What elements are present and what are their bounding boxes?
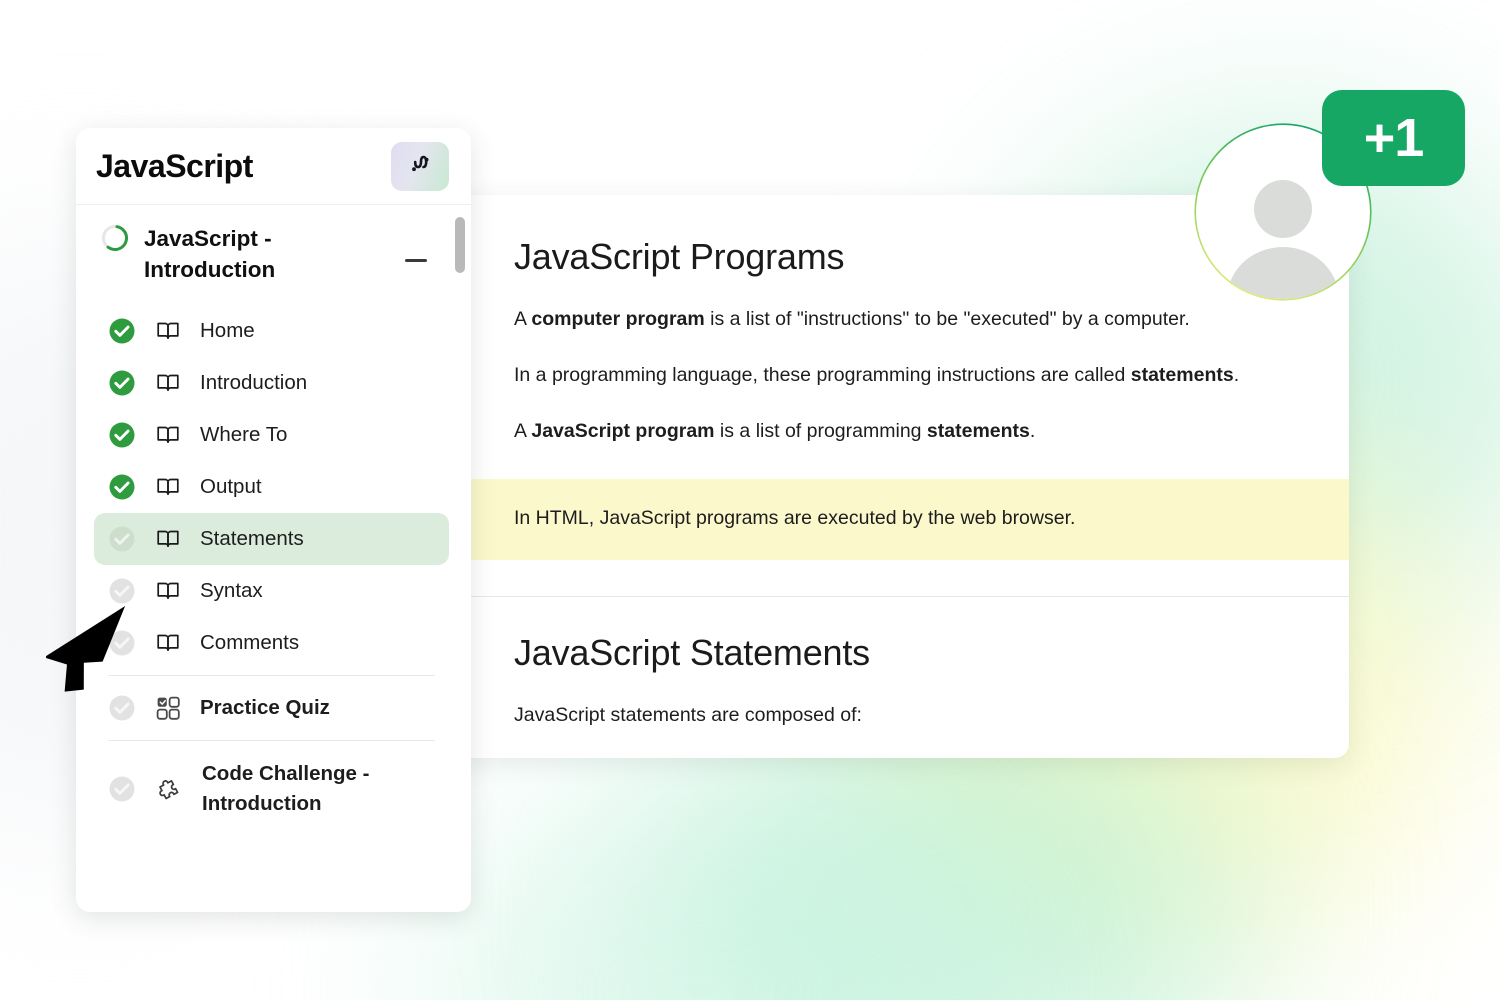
page-title: JavaScript Programs — [514, 237, 1301, 277]
paragraph-bold-term-2: statements — [927, 420, 1030, 442]
lesson-label: Home — [200, 319, 255, 343]
paragraph-javascript-program: A JavaScript program is a list of progra… — [514, 417, 1301, 445]
sidebar-divider-quiz-top — [108, 675, 435, 676]
person-silhouette-icon — [1210, 169, 1356, 299]
paragraph-bold-term: computer program — [531, 308, 704, 330]
puzzle-piece-icon — [154, 774, 184, 804]
paragraph-text-prefix: In a programming language, these program… — [514, 364, 1131, 386]
note-text: In HTML, JavaScript programs are execute… — [514, 507, 1075, 529]
open-book-icon — [154, 369, 182, 397]
mouse-cursor-pointer — [46, 592, 156, 702]
open-book-icon — [154, 421, 182, 449]
open-book-icon — [154, 577, 182, 605]
progress-ring-icon — [100, 223, 130, 253]
plus-one-badge: +1 — [1322, 90, 1465, 186]
lesson-label: Syntax — [200, 579, 263, 603]
sidebar-header: JavaScript — [76, 128, 471, 205]
lesson-list: Home Introduction — [94, 305, 449, 830]
lesson-label: Statements — [200, 527, 304, 551]
lesson-item-output[interactable]: Output — [94, 461, 449, 513]
open-book-icon — [154, 317, 182, 345]
sidebar-divider-quiz-bottom — [108, 740, 435, 741]
check-circle-icon — [108, 317, 136, 345]
paragraph-text-middle: is a list of programming — [715, 420, 927, 442]
module-title: JavaScript - Introduction — [144, 223, 344, 285]
check-circle-icon — [108, 775, 136, 803]
screenshot-root: JavaScript Programs A computer program i… — [0, 0, 1500, 1000]
check-circle-icon — [108, 369, 136, 397]
course-sidebar: JavaScript JavaScript - Introduction — [76, 128, 471, 912]
paragraph-statements-term: In a programming language, these program… — [514, 361, 1301, 389]
lesson-label: Where To — [200, 423, 287, 447]
section-title-statements: JavaScript Statements — [514, 633, 1301, 673]
open-book-icon — [154, 525, 182, 553]
paragraph-text-suffix: . — [1030, 420, 1035, 442]
lesson-item-where-to[interactable]: Where To — [94, 409, 449, 461]
paragraph-computer-program: A computer program is a list of "instruc… — [514, 305, 1301, 333]
sidebar-body: JavaScript - Introduction Home — [76, 205, 471, 912]
paragraph-composed-of: JavaScript statements are composed of: — [514, 701, 1301, 729]
paragraph-bold-term: JavaScript program — [531, 420, 714, 442]
open-book-icon — [154, 473, 182, 501]
challenge-label: Code Challenge - Introduction — [202, 759, 392, 818]
lesson-item-introduction[interactable]: Introduction — [94, 357, 449, 409]
sidebar-scrollbar[interactable] — [455, 217, 465, 907]
lesson-label: Output — [200, 475, 262, 499]
course-title: JavaScript — [96, 148, 253, 185]
paragraph-text-prefix: A — [514, 420, 531, 442]
paragraph-text-middle: . — [1234, 364, 1239, 386]
paragraph-bold-term: statements — [1131, 364, 1234, 386]
module-header[interactable]: JavaScript - Introduction — [94, 223, 449, 285]
lesson-item-statements[interactable]: Statements — [94, 513, 449, 565]
lesson-label: Comments — [200, 631, 299, 655]
quiz-label: Practice Quiz — [200, 696, 330, 720]
check-circle-icon — [108, 421, 136, 449]
lesson-label: Introduction — [200, 371, 307, 395]
paragraph-text-middle: is a list of "instructions" to be "execu… — [705, 308, 1190, 330]
sololearn-logo-icon[interactable] — [391, 142, 449, 191]
check-circle-icon — [108, 473, 136, 501]
check-circle-icon — [108, 525, 136, 553]
lesson-item-home[interactable]: Home — [94, 305, 449, 357]
open-book-icon — [154, 629, 182, 657]
plus-one-label: +1 — [1364, 107, 1424, 169]
quiz-grid-icon — [154, 694, 182, 722]
lesson-item-code-challenge[interactable]: Code Challenge - Introduction — [94, 747, 449, 830]
paragraph-text-prefix: A — [514, 308, 531, 330]
minus-collapse-icon[interactable] — [405, 259, 427, 262]
sidebar-scrollbar-thumb[interactable] — [455, 217, 465, 273]
